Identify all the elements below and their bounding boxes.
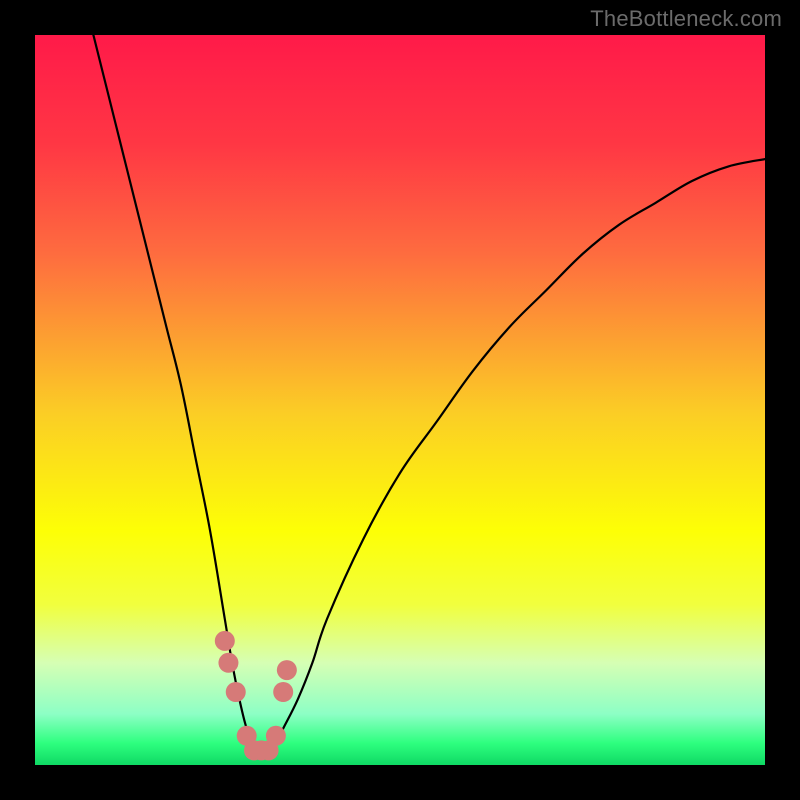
- curve-layer: [35, 35, 765, 765]
- marker-dot: [226, 682, 246, 702]
- marker-dot: [273, 682, 293, 702]
- marker-dot: [215, 631, 235, 651]
- chart-frame: TheBottleneck.com: [0, 0, 800, 800]
- marker-dot: [218, 653, 238, 673]
- plot-area: [35, 35, 765, 765]
- watermark-text: TheBottleneck.com: [590, 6, 782, 32]
- marker-dot: [266, 726, 286, 746]
- marker-group: [215, 631, 297, 761]
- bottleneck-curve: [93, 35, 765, 751]
- marker-dot: [277, 660, 297, 680]
